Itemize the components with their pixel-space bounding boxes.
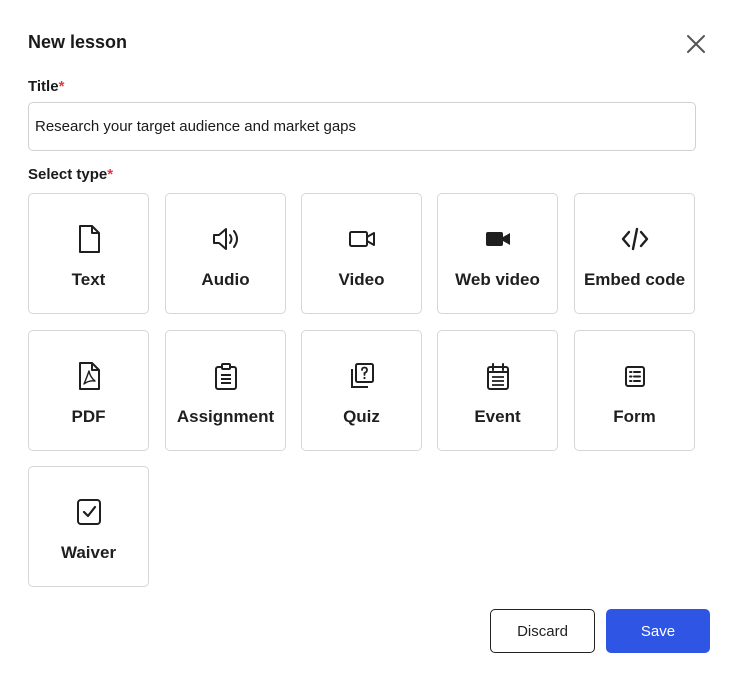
type-label: Web video [455, 270, 540, 289]
type-tile-waiver[interactable]: Waiver [28, 466, 149, 587]
discard-button[interactable]: Discard [490, 609, 595, 653]
type-tile-quiz[interactable]: Quiz [301, 330, 422, 451]
dialog-title: New lesson [28, 32, 128, 52]
type-label: Quiz [343, 407, 380, 426]
type-tile-audio[interactable]: Audio [165, 193, 286, 314]
type-tile-video[interactable]: Video [301, 193, 422, 314]
pdf-file-icon [74, 361, 104, 391]
video-camera-filled-icon [483, 224, 513, 254]
dialog-header: New lesson [28, 30, 712, 58]
select-type-label: Select type* [28, 165, 113, 185]
type-tile-form[interactable]: Form [574, 330, 695, 451]
title-input[interactable] [28, 102, 696, 151]
type-label: Embed code [583, 270, 686, 289]
clipboard-icon [211, 361, 241, 391]
save-button[interactable]: Save [606, 609, 710, 653]
type-tile-assignment[interactable]: Assignment [165, 330, 286, 451]
type-label: Text [71, 270, 106, 289]
calendar-icon [483, 361, 513, 391]
close-button[interactable] [684, 32, 708, 56]
file-icon [74, 224, 104, 254]
type-tile-pdf[interactable]: PDF [28, 330, 149, 451]
checkbox-icon [74, 497, 104, 527]
select-type-label-text: Select type [28, 166, 108, 183]
type-label: Video [338, 270, 385, 289]
type-tile-text[interactable]: Text [28, 193, 149, 314]
type-label: Waiver [60, 543, 117, 562]
required-mark: * [58, 78, 65, 95]
video-camera-outline-icon [347, 224, 377, 254]
code-icon [620, 224, 650, 254]
new-lesson-dialog: New lesson Title* Select type* Text Audi… [0, 0, 732, 677]
type-label: Audio [201, 270, 250, 289]
type-tile-web-video[interactable]: Web video [437, 193, 558, 314]
title-label: Title* [28, 77, 64, 97]
required-mark: * [107, 166, 114, 183]
form-list-icon [620, 361, 650, 391]
type-label: Form [613, 407, 656, 426]
quiz-icon [347, 361, 377, 391]
type-tile-embed-code[interactable]: Embed code [574, 193, 695, 314]
close-icon [687, 35, 705, 53]
type-label: Event [474, 407, 521, 426]
type-tile-event[interactable]: Event [437, 330, 558, 451]
type-label: Assignment [176, 407, 275, 426]
type-label: PDF [71, 407, 106, 426]
speaker-icon [211, 224, 241, 254]
title-label-text: Title [28, 78, 59, 95]
